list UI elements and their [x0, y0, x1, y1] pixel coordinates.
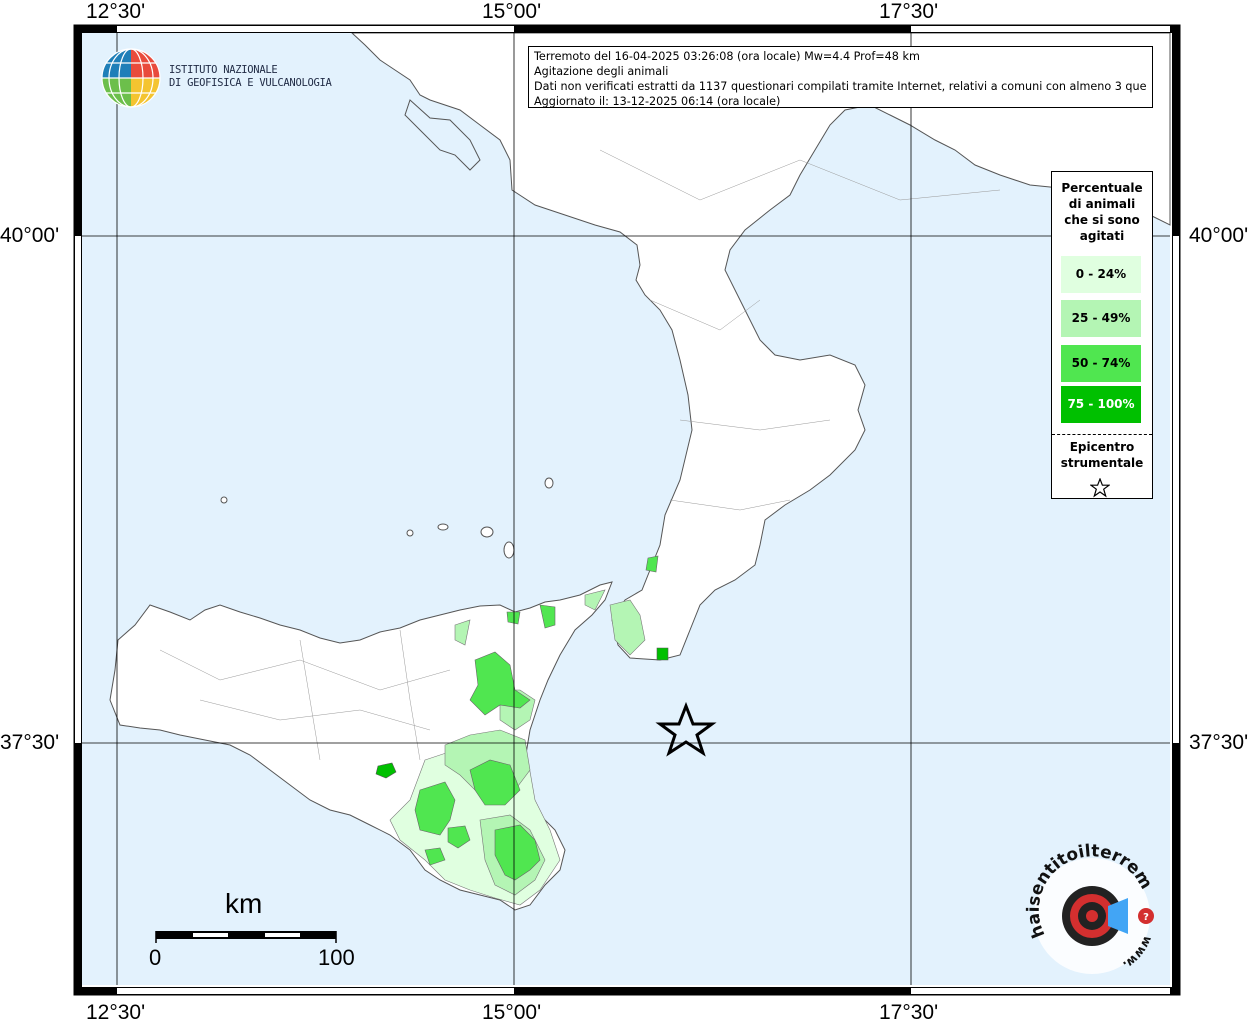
info-line-event: Terremoto del 16-04-2025 03:26:08 (ora l…: [534, 50, 920, 63]
info-line-source: Dati non verificati estratti da 1137 que…: [534, 80, 1147, 93]
legend-class-0-24: 0 - 24%: [1061, 256, 1141, 293]
legend-title: Percentuale di animali che si sono agita…: [1052, 180, 1152, 244]
lon-label-top-1: 12°30': [86, 0, 146, 23]
lon-label-bottom-1: 12°30': [86, 1001, 146, 1024]
earthquake-info-box: Terremoto del 16-04-2025 03:26:08 (ora l…: [528, 46, 1153, 108]
legend-title-line: agitati: [1079, 229, 1125, 243]
legend-title-line: di animali: [1068, 197, 1136, 211]
legend-star-icon: [1090, 478, 1110, 498]
legend-title-line: Percentuale: [1061, 181, 1143, 195]
lat-label-left-1: 40°00': [0, 224, 60, 247]
legend-class-75-100: 75 - 100%: [1061, 386, 1141, 423]
legend-class-50-74: 50 - 74%: [1061, 345, 1141, 382]
info-line-topic: Agitazione degli animali: [534, 65, 669, 78]
svg-text:?: ?: [1143, 912, 1149, 923]
institute-name-line2: DI GEOFISICA E VULCANOLOGIA: [169, 77, 332, 89]
lat-label-left-2: 37°30': [0, 731, 60, 754]
ingv-logo-icon: [101, 48, 161, 108]
scale-start-label: 0: [149, 945, 162, 970]
institute-name-line1: ISTITUTO NAZIONALE: [169, 64, 278, 76]
scale-unit-label: km: [225, 888, 263, 919]
institute-name: ISTITUTO NAZIONALE DI GEOFISICA E VULCAN…: [169, 64, 332, 90]
legend-epicenter-line: strumentale: [1060, 456, 1144, 470]
legend-separator: [1052, 434, 1152, 435]
lat-label-right-1: 40°00': [1189, 224, 1249, 247]
legend-class-25-49: 25 - 49%: [1061, 300, 1141, 337]
lon-label-bottom-2: 15°00': [482, 1001, 542, 1024]
legend-epicenter-line: Epicentro: [1069, 440, 1135, 454]
map: ? haisentitoilterremoto.it www.: [0, 0, 1181, 996]
scale-end-label: 100: [318, 945, 355, 970]
info-line-updated: Aggiornato il: 13-12-2025 06:14 (ora loc…: [534, 95, 781, 108]
legend-title-line: che si sono: [1064, 213, 1140, 227]
legend-epicenter-label: Epicentro strumentale: [1052, 439, 1152, 471]
legend: Percentuale di animali che si sono agita…: [1051, 171, 1153, 499]
lon-label-bottom-3: 17°30': [879, 1001, 939, 1024]
lon-label-top-2: 15°00': [482, 0, 542, 23]
lon-label-top-3: 17°30': [879, 0, 939, 23]
lat-label-right-2: 37°30': [1189, 731, 1249, 754]
